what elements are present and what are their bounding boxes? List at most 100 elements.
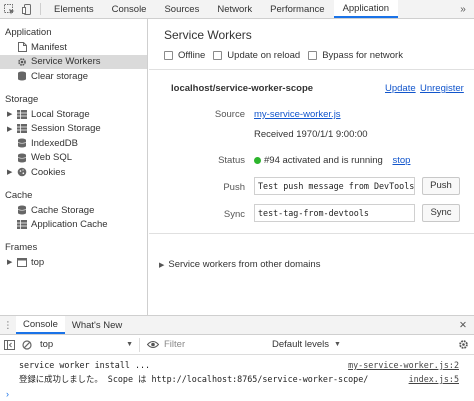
grid-icon (17, 124, 27, 134)
sidebar-item-label: Cache Storage (31, 204, 95, 216)
section-title-storage: Storage (5, 93, 39, 105)
sidebar-item-label: Session Storage (31, 123, 101, 135)
database-icon (17, 205, 27, 215)
database-icon (17, 138, 27, 148)
tab-network[interactable]: Network (208, 0, 261, 18)
tab-whats-new[interactable]: What's New (65, 316, 129, 334)
sidebar-item-label: Local Storage (31, 108, 90, 120)
push-label: Push (223, 182, 245, 193)
log-levels-dropdown[interactable]: Default levels ▼ (272, 339, 341, 350)
checkbox-label: Bypass for network (322, 50, 403, 61)
checkbox-box[interactable] (213, 51, 223, 60)
push-button[interactable]: Push (422, 177, 460, 195)
status-value: #94 activated and is running stop (254, 155, 410, 166)
bypass-for-network-checkbox[interactable]: Bypass for network (308, 50, 403, 61)
sidebar-item-indexeddb[interactable]: IndexedDB (0, 136, 147, 151)
sidebar-item-session-storage[interactable]: ▶ Session Storage (0, 121, 147, 136)
checkbox-box[interactable] (164, 51, 173, 60)
close-icon[interactable]: ✕ (452, 316, 474, 334)
chevron-down-icon: ▼ (126, 341, 133, 348)
log-entry: 登録に成功しました。 Scope は http://localhost:8765… (0, 372, 474, 386)
tab-label: Console (23, 318, 58, 330)
sidebar-item-web-sql[interactable]: Web SQL (0, 151, 147, 166)
sidebar-item-frame-top[interactable]: ▶ top (0, 255, 147, 270)
service-workers-panel: Service Workers Offline Update on reload… (149, 19, 474, 315)
status-text: #94 activated and is running (264, 155, 383, 166)
sidebar-item-clear-storage[interactable]: Clear storage (0, 69, 147, 84)
checkbox-box[interactable] (308, 51, 318, 60)
expand-arrow-icon[interactable]: ▶ (159, 262, 164, 269)
expand-arrow-icon[interactable]: ▶ (7, 125, 16, 133)
console-toolbar: top ▼ Filter Default levels ▼ (0, 335, 474, 355)
unregister-link[interactable]: Unregister (420, 83, 464, 94)
checkbox-label: Update on reload (227, 50, 301, 61)
expand-arrow-icon[interactable]: ▶ (7, 168, 16, 176)
stop-link[interactable]: stop (392, 155, 410, 166)
gear-icon (17, 57, 27, 67)
context-selector[interactable]: top ▼ (36, 337, 140, 352)
tab-application[interactable]: Application (333, 0, 399, 18)
sync-label: Sync (223, 209, 245, 220)
status-label: Status (218, 155, 245, 166)
sync-button[interactable]: Sync (422, 204, 460, 222)
inspect-element-icon[interactable] (0, 0, 18, 18)
sidebar-item-service-workers[interactable]: Service Workers (0, 54, 147, 70)
log-source-link[interactable]: index.js:5 (409, 372, 459, 386)
source-label: Source (214, 109, 245, 120)
expand-arrow-icon[interactable]: ▶ (7, 258, 16, 266)
devtools-toolbar: Elements Console Sources Network Perform… (0, 0, 474, 19)
tab-console[interactable]: Console (103, 0, 156, 18)
clear-console-icon[interactable] (18, 339, 36, 350)
console-prompt-icon[interactable]: › (6, 389, 9, 399)
section-title-frames: Frames (5, 241, 38, 253)
log-message: 登録に成功しました。 Scope は http://localhost:8765… (19, 374, 369, 384)
source-link[interactable]: my-service-worker.js (254, 109, 341, 120)
sidebar-item-cache-storage[interactable]: Cache Storage (0, 203, 147, 218)
sidebar-item-label: Clear storage (31, 70, 89, 82)
log-entry: service worker install ... my-service-wo… (0, 358, 474, 372)
offline-checkbox[interactable]: Offline (164, 50, 205, 61)
sidebar-item-label: top (31, 256, 45, 268)
sidebar-toggle-icon[interactable] (0, 339, 18, 350)
frame-icon (17, 257, 27, 267)
toolbar-divider (40, 3, 41, 15)
drawer-menu-icon[interactable]: ⋮ (0, 316, 16, 334)
document-icon (17, 42, 27, 53)
divider (149, 233, 474, 234)
other-domains-toggle[interactable]: ▶ Service workers from other domains (159, 259, 320, 270)
eye-icon[interactable] (144, 340, 162, 349)
device-toolbar-icon[interactable] (18, 0, 36, 18)
tab-performance[interactable]: Performance (261, 0, 333, 18)
status-indicator-icon (254, 156, 261, 164)
update-on-reload-checkbox[interactable]: Update on reload (213, 50, 300, 61)
sidebar-item-manifest[interactable]: Manifest (0, 40, 147, 55)
received-time: Received 1970/1/1 9:00:00 (254, 129, 368, 140)
push-input[interactable]: Test push message from DevTools. (254, 177, 415, 195)
filter-input[interactable]: Filter (162, 339, 270, 350)
storage-icon (17, 71, 27, 81)
tab-elements[interactable]: Elements (45, 0, 103, 18)
more-tabs-icon[interactable]: » (452, 0, 474, 18)
tab-label: What's New (71, 319, 123, 331)
grid-icon (17, 220, 27, 230)
tab-sources[interactable]: Sources (155, 0, 208, 18)
options-row: Offline Update on reload Bypass for netw… (164, 50, 403, 61)
sidebar-item-label: IndexedDB (31, 137, 79, 149)
sidebar-item-label: Service Workers (31, 56, 101, 68)
worker-scope: localhost/service-worker-scope (171, 83, 314, 94)
log-source-link[interactable]: my-service-worker.js:2 (348, 358, 459, 372)
log-message: service worker install ... (19, 360, 151, 370)
sync-input[interactable]: test-tag-from-devtools (254, 204, 415, 222)
sidebar-item-cookies[interactable]: ▶ Cookies (0, 165, 147, 180)
context-value: top (40, 339, 54, 350)
sidebar-item-application-cache[interactable]: Application Cache (0, 217, 147, 232)
other-domains-label: Service workers from other domains (168, 259, 321, 270)
sidebar-item-local-storage[interactable]: ▶ Local Storage (0, 107, 147, 122)
chevron-down-icon: ▼ (334, 341, 341, 348)
expand-arrow-icon[interactable]: ▶ (7, 110, 16, 118)
divider (149, 69, 474, 70)
sidebar-item-label: Cookies (31, 166, 66, 178)
gear-icon[interactable] (452, 339, 474, 350)
tab-console-drawer[interactable]: Console (16, 316, 65, 334)
update-link[interactable]: Update (385, 83, 416, 94)
